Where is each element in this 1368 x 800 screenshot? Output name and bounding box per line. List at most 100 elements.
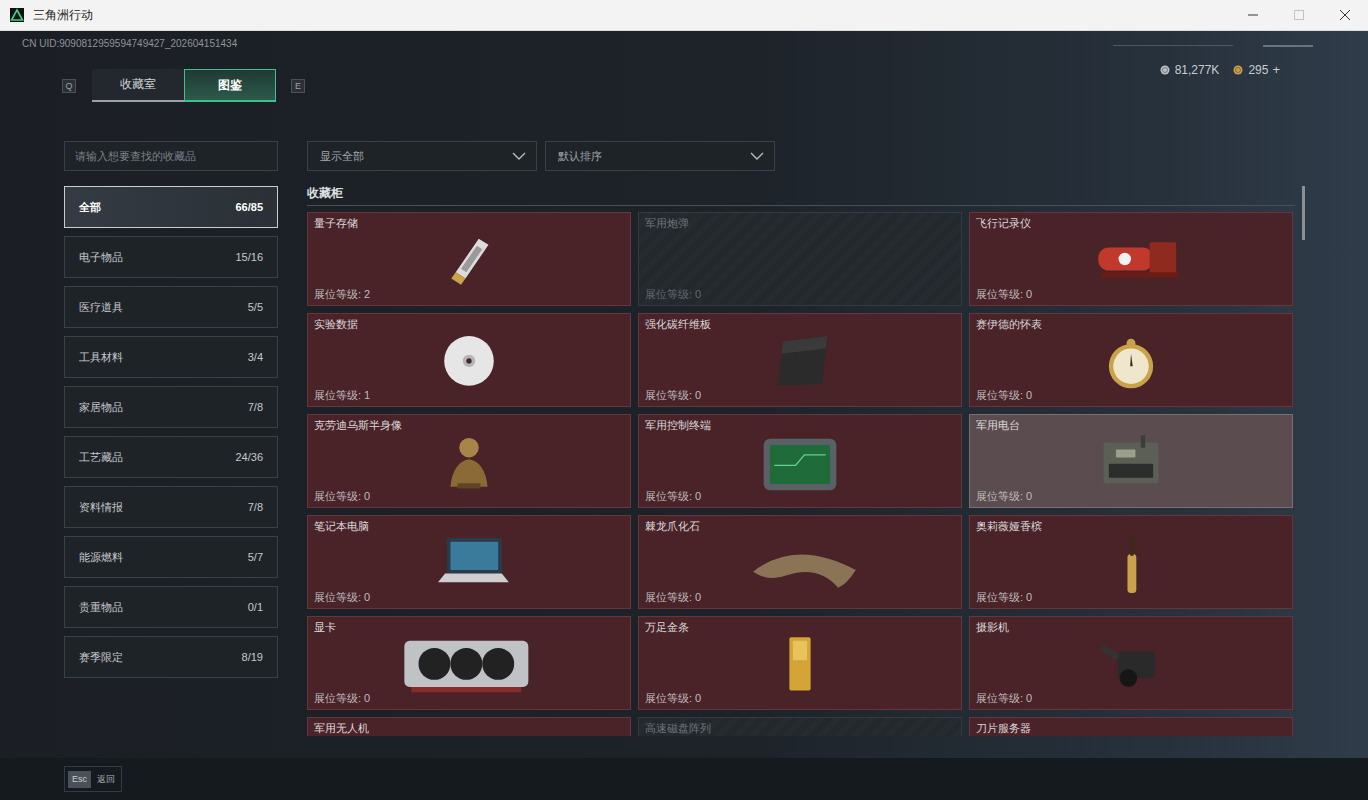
chevron-down-icon — [750, 152, 764, 160]
display-level: 展位等级: 0 — [976, 388, 1286, 402]
item-name: 棘龙爪化石 — [645, 519, 955, 533]
item-name: 赛伊德的怀表 — [976, 317, 1286, 331]
item-picture-icon — [1056, 228, 1206, 290]
collection-screen: CN UID:9090812959594749427_202604151434 … — [0, 31, 1368, 800]
item-name: 摄影机 — [976, 620, 1286, 634]
tab[interactable]: 图鉴 — [184, 69, 276, 102]
footer-bar: Esc 返回 — [0, 758, 1368, 800]
display-level: 展位等级: 0 — [645, 287, 955, 301]
display-level: 展位等级: 0 — [976, 489, 1286, 503]
item-name: 万足金条 — [645, 620, 955, 634]
display-level: 展位等级: 0 — [314, 691, 624, 705]
collection-card[interactable]: 高速磁盘阵列 — [638, 717, 962, 736]
currency-item: 81,277K — [1160, 63, 1220, 77]
close-button[interactable] — [1322, 0, 1368, 30]
back-button[interactable]: Esc 返回 — [64, 766, 122, 792]
filter-dropdown[interactable]: 显示全部 — [307, 141, 537, 171]
item-name: 军用控制终端 — [645, 418, 955, 432]
item-picture-icon — [394, 228, 544, 290]
collection-card[interactable]: 量子存储 展位等级: 2 — [307, 212, 631, 306]
display-level: 展位等级: 0 — [314, 489, 624, 503]
window-title: 三角洲行动 — [33, 7, 93, 24]
category-item[interactable]: 资料情报 7/8 — [64, 486, 278, 528]
item-name: 军用炮弹 — [645, 216, 955, 230]
display-level: 展位等级: 0 — [976, 691, 1286, 705]
display-level: 展位等级: 0 — [645, 489, 955, 503]
category-item[interactable]: 全部 66/85 — [64, 186, 278, 228]
collection-panel: 显示全部 默认排序 收藏柜 量子存储 展位等级: 2军用炮弹 展位等级: 0飞行… — [307, 141, 1295, 736]
collection-card[interactable]: 克劳迪乌斯半身像 展位等级: 0 — [307, 414, 631, 508]
category-item[interactable]: 贵重物品 0/1 — [64, 586, 278, 628]
app-logo-icon — [10, 8, 24, 22]
add-currency-button[interactable]: + — [1272, 62, 1280, 77]
collection-card[interactable]: 飞行记录仪 展位等级: 0 — [969, 212, 1293, 306]
section-title: 收藏柜 — [307, 186, 1295, 206]
collection-card[interactable]: 刀片服务器 — [969, 717, 1293, 736]
filter-dropdown[interactable]: 默认排序 — [545, 141, 775, 171]
collection-card[interactable]: 军用电台 展位等级: 0 — [969, 414, 1293, 508]
item-name: 强化碳纤维板 — [645, 317, 955, 331]
display-level: 展位等级: 0 — [314, 590, 624, 604]
minimize-button[interactable] — [1230, 0, 1276, 30]
collection-card[interactable]: 棘龙爪化石 展位等级: 0 — [638, 515, 962, 609]
collection-card[interactable]: 摄影机 展位等级: 0 — [969, 616, 1293, 710]
display-level: 展位等级: 1 — [314, 388, 624, 402]
collection-card[interactable]: 笔记本电脑 展位等级: 0 — [307, 515, 631, 609]
next-tab-key[interactable]: E — [291, 79, 305, 93]
display-level: 展位等级: 2 — [314, 287, 624, 301]
item-name: 奥莉薇娅香槟 — [976, 519, 1286, 533]
category-item[interactable]: 能源燃料 5/7 — [64, 536, 278, 578]
collection-card[interactable]: 军用炮弹 展位等级: 0 — [638, 212, 962, 306]
display-level: 展位等级: 0 — [645, 691, 955, 705]
search-field[interactable] — [64, 141, 278, 171]
item-name: 高速磁盘阵列 — [645, 721, 955, 735]
collection-card[interactable]: 赛伊德的怀表 展位等级: 0 — [969, 313, 1293, 407]
display-level: 展位等级: 0 — [645, 388, 955, 402]
display-level: 展位等级: 0 — [645, 590, 955, 604]
item-name: 克劳迪乌斯半身像 — [314, 418, 624, 432]
item-picture-icon — [394, 531, 544, 593]
category-item[interactable]: 赛季限定 8/19 — [64, 636, 278, 678]
item-picture-icon — [1056, 632, 1206, 694]
item-grid: 量子存储 展位等级: 2军用炮弹 展位等级: 0飞行记录仪 展位等级: 0实验数… — [307, 212, 1295, 736]
item-picture-icon — [394, 430, 544, 492]
prev-tab-key[interactable]: Q — [62, 79, 76, 93]
currency-item: 295 — [1233, 63, 1268, 77]
maximize-button — [1276, 0, 1322, 30]
item-name: 飞行记录仪 — [976, 216, 1286, 230]
collection-card[interactable]: 军用控制终端 展位等级: 0 — [638, 414, 962, 508]
scrollbar[interactable] — [1302, 186, 1305, 240]
item-picture-icon — [1056, 329, 1206, 391]
item-name: 实验数据 — [314, 317, 624, 331]
collection-card[interactable]: 实验数据 展位等级: 1 — [307, 313, 631, 407]
close-icon — [1339, 9, 1351, 21]
item-picture-icon — [1056, 430, 1206, 492]
tab-bar: Q 收藏室图鉴 E — [62, 69, 305, 102]
item-picture-icon — [725, 632, 875, 694]
item-picture-icon — [725, 531, 875, 593]
category-item[interactable]: 电子物品 15/16 — [64, 236, 278, 278]
item-name: 军用电台 — [976, 418, 1286, 432]
chevron-down-icon — [512, 152, 526, 160]
game-window: 三角洲行动 CN UID:9090812959594749427_2026041… — [0, 0, 1368, 800]
collection-card[interactable]: 军用无人机 — [307, 717, 631, 736]
coin-icon — [1160, 65, 1170, 75]
item-name: 笔记本电脑 — [314, 519, 624, 533]
collection-card[interactable]: 万足金条 展位等级: 0 — [638, 616, 962, 710]
collection-card[interactable]: 强化碳纤维板 展位等级: 0 — [638, 313, 962, 407]
category-item[interactable]: 工艺藏品 24/36 — [64, 436, 278, 478]
category-sidebar: 全部 66/85 电子物品 15/16 医疗道具 5/5 工具材料 3/4 家居物品 7… — [64, 141, 278, 736]
collection-card[interactable]: 显卡 展位等级: 0 — [307, 616, 631, 710]
collection-card[interactable]: 奥莉薇娅香槟 展位等级: 0 — [969, 515, 1293, 609]
category-item[interactable]: 家居物品 7/8 — [64, 386, 278, 428]
item-name: 量子存储 — [314, 216, 624, 230]
minimize-icon — [1247, 9, 1259, 21]
item-picture-icon — [725, 430, 875, 492]
coin-icon — [1233, 65, 1243, 75]
item-name: 刀片服务器 — [976, 721, 1286, 735]
item-picture-icon — [394, 632, 544, 694]
category-item[interactable]: 医疗道具 5/5 — [64, 286, 278, 328]
tab[interactable]: 收藏室 — [92, 69, 184, 102]
item-picture-icon — [394, 329, 544, 391]
category-item[interactable]: 工具材料 3/4 — [64, 336, 278, 378]
